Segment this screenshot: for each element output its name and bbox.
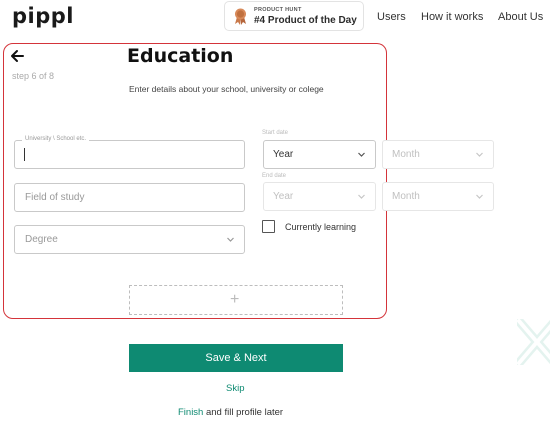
degree-placeholder: Degree	[25, 234, 58, 245]
add-education-button[interactable]: +	[129, 285, 343, 315]
end-month-select[interactable]: Month	[382, 182, 494, 211]
chevron-down-icon	[227, 237, 234, 242]
decorative-x-shape	[517, 319, 550, 365]
start-month-select[interactable]: Month	[382, 140, 494, 169]
back-arrow-icon[interactable]	[9, 48, 25, 64]
finish-later-text: Finish and fill profile later	[178, 407, 283, 418]
page-subtitle: Enter details about your school, univers…	[129, 84, 324, 94]
text-caret	[24, 148, 25, 161]
pippl-logo[interactable]: pippl	[12, 4, 74, 28]
end-month-value: Month	[392, 191, 420, 202]
badge-title: #4 Product of the Day	[254, 15, 357, 26]
finish-later-rest: and fill profile later	[203, 407, 284, 418]
product-hunt-badge[interactable]: PRODUCT HUNT #4 Product of the Day	[224, 1, 364, 31]
currently-learning-checkbox[interactable]	[262, 220, 275, 233]
nav-how-it-works[interactable]: How it works	[421, 11, 483, 23]
chevron-down-icon	[476, 152, 483, 157]
currently-learning-label[interactable]: Currently learning	[285, 222, 356, 232]
end-year-select[interactable]: Year	[263, 182, 376, 211]
page-title: Education	[127, 45, 234, 67]
start-year-value: Year	[273, 149, 294, 160]
school-input[interactable]: University \ School etc.	[14, 136, 245, 169]
nav-users[interactable]: Users	[377, 11, 406, 23]
start-date-label: Start date	[262, 130, 289, 136]
end-date-label: End date	[262, 173, 287, 179]
chevron-down-icon	[358, 152, 365, 157]
start-year-select[interactable]: Year	[263, 140, 376, 169]
step-indicator: step 6 of 8	[12, 71, 55, 81]
save-next-button[interactable]: Save & Next	[129, 344, 343, 372]
degree-select[interactable]: Degree	[14, 225, 245, 254]
field-of-study-placeholder: Field of study	[25, 192, 85, 203]
medal-icon	[235, 8, 246, 25]
school-input-label: University \ School etc.	[22, 136, 90, 142]
finish-link[interactable]: Finish	[178, 407, 203, 418]
start-month-value: Month	[392, 149, 420, 160]
end-year-value: Year	[273, 191, 294, 202]
field-of-study-input[interactable]: Field of study	[14, 183, 245, 212]
plus-icon: +	[230, 291, 240, 308]
badge-kicker: PRODUCT HUNT	[254, 7, 302, 13]
nav-about-us[interactable]: About Us	[498, 11, 543, 23]
skip-link[interactable]: Skip	[226, 383, 244, 394]
chevron-down-icon	[476, 194, 483, 199]
chevron-down-icon	[358, 194, 365, 199]
